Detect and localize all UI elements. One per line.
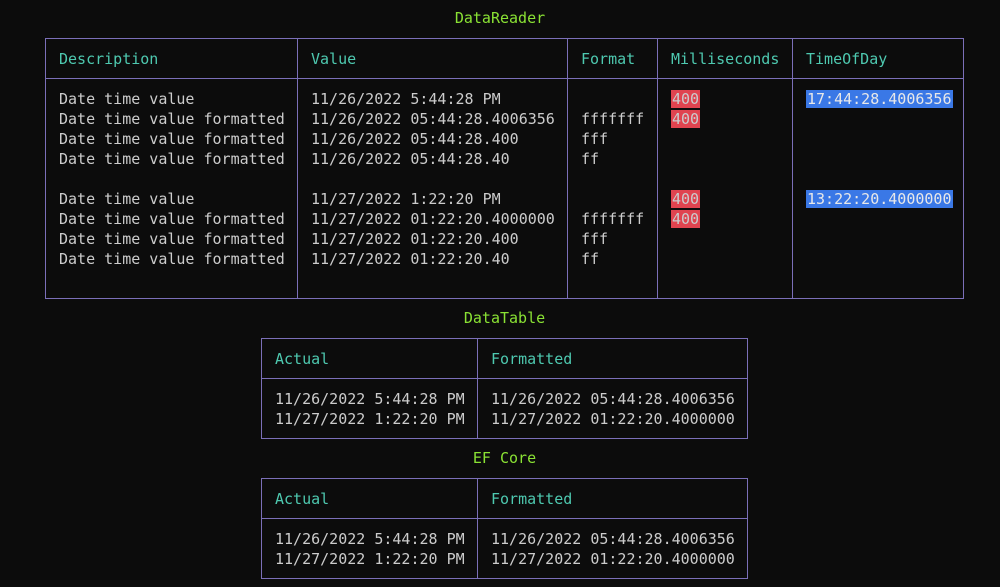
table-cell-description: Date time value formatted (59, 230, 285, 248)
header-description: Description (59, 50, 159, 68)
column-divider (477, 479, 478, 578)
table-cell-milliseconds: 400 (671, 189, 701, 209)
efcore-title: EF Core (472, 449, 537, 467)
table-cell-value: 11/27/2022 01:22:20.4000000 (311, 210, 555, 228)
header-divider (262, 518, 747, 519)
column-divider (477, 339, 478, 438)
table-cell-milliseconds: 400 (671, 89, 701, 109)
table-cell-description: Date time value formatted (59, 130, 285, 148)
table-cell-format: fffffff (581, 210, 645, 228)
table-cell-value: 11/26/2022 5:44:28 PM (311, 90, 501, 108)
table-cell-formatted: 11/27/2022 01:22:20.4000000 (491, 410, 735, 428)
table-cell-value: 11/26/2022 05:44:28.400 (311, 130, 519, 148)
header-actual: Actual (275, 350, 330, 368)
table-cell-actual: 11/27/2022 1:22:20 PM (275, 550, 465, 568)
table-cell-timeofday: 17:44:28.4006356 (806, 89, 953, 109)
table-cell-value: 11/27/2022 1:22:20 PM (311, 190, 501, 208)
header-formatted: Formatted (491, 490, 573, 508)
table-cell-description: Date time value (59, 190, 195, 208)
table-cell-value: 11/27/2022 01:22:20.400 (311, 230, 519, 248)
efcore-table: Actual Formatted 11/26/2022 5:44:28 PM 1… (261, 478, 748, 579)
milliseconds-highlight: 400 (671, 190, 701, 208)
milliseconds-highlight: 400 (671, 110, 701, 128)
table-cell-description: Date time value formatted (59, 110, 285, 128)
header-format: Format (581, 50, 636, 68)
datareader-title: DataReader (454, 9, 546, 27)
datatable-title: DataTable (463, 309, 546, 327)
table-cell-formatted: 11/26/2022 05:44:28.4006356 (491, 530, 735, 548)
column-divider (657, 39, 658, 298)
table-cell-value: 11/26/2022 05:44:28.4006356 (311, 110, 555, 128)
table-cell-format: fff (581, 230, 609, 248)
table-cell-format: ff (581, 150, 600, 168)
table-cell-format: ff (581, 250, 600, 268)
table-cell-timeofday: 13:22:20.4000000 (806, 189, 953, 209)
table-cell-description: Date time value formatted (59, 250, 285, 268)
column-divider (792, 39, 793, 298)
header-timeofday: TimeOfDay (806, 50, 888, 68)
table-cell-format: fff (581, 130, 609, 148)
timeofday-highlight: 17:44:28.4006356 (806, 90, 953, 108)
header-divider (46, 78, 963, 79)
header-value: Value (311, 50, 357, 68)
table-cell-description: Date time value formatted (59, 210, 285, 228)
table-cell-actual: 11/27/2022 1:22:20 PM (275, 410, 465, 428)
timeofday-highlight: 13:22:20.4000000 (806, 190, 953, 208)
column-divider (567, 39, 568, 298)
datareader-table: Description Value Format Milliseconds Ti… (45, 38, 964, 299)
table-cell-milliseconds: 400 (671, 109, 701, 129)
milliseconds-highlight: 400 (671, 210, 701, 228)
table-cell-description: Date time value formatted (59, 150, 285, 168)
header-milliseconds: Milliseconds (671, 50, 780, 68)
table-cell-value: 11/27/2022 01:22:20.40 (311, 250, 510, 268)
column-divider (297, 39, 298, 298)
header-formatted: Formatted (491, 350, 573, 368)
table-cell-value: 11/26/2022 05:44:28.40 (311, 150, 510, 168)
table-cell-format: fffffff (581, 110, 645, 128)
header-actual: Actual (275, 490, 330, 508)
datatable-table: Actual Formatted 11/26/2022 5:44:28 PM 1… (261, 338, 748, 439)
table-cell-actual: 11/26/2022 5:44:28 PM (275, 390, 465, 408)
header-divider (262, 378, 747, 379)
milliseconds-highlight: 400 (671, 90, 701, 108)
table-cell-description: Date time value (59, 90, 195, 108)
table-cell-milliseconds: 400 (671, 209, 701, 229)
table-cell-formatted: 11/27/2022 01:22:20.4000000 (491, 550, 735, 568)
table-cell-formatted: 11/26/2022 05:44:28.4006356 (491, 390, 735, 408)
table-cell-actual: 11/26/2022 5:44:28 PM (275, 530, 465, 548)
